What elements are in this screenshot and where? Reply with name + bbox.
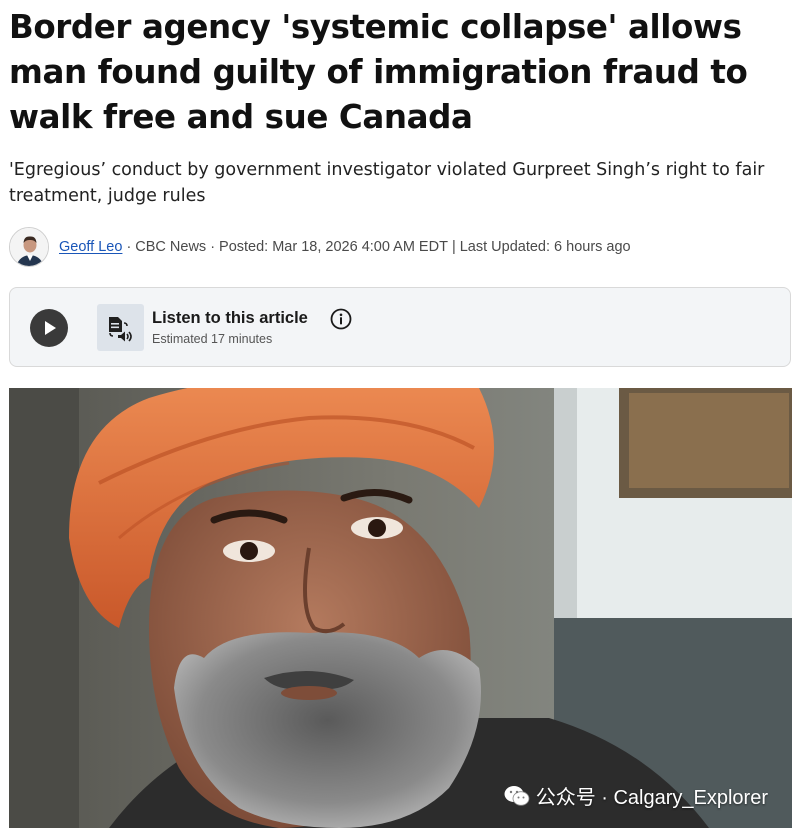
watermark: 公众号 · Calgary_Explorer xyxy=(504,781,768,810)
info-icon[interactable] xyxy=(330,308,352,335)
byline-dot-separator: · xyxy=(210,239,216,255)
byline-updated: Last Updated: 6 hours ago xyxy=(459,239,631,255)
audio-article-icon xyxy=(97,304,144,351)
listen-estimate: Estimated 17 minutes xyxy=(152,332,273,346)
listen-to-article-panel: Listen to this article Estimated 17 minu… xyxy=(9,287,791,367)
play-button[interactable] xyxy=(30,309,68,347)
article-headline: Border agency 'systemic collapse' allows… xyxy=(9,8,748,136)
article-hero-photo: 公众号 · Calgary_Explorer xyxy=(9,388,792,828)
byline: Geoff Leo · CBC News · Posted: Mar 18, 2… xyxy=(9,226,794,268)
byline-posted: Posted: Mar 18, 2026 4:00 AM EDT xyxy=(219,239,448,255)
byline-outlet: CBC News xyxy=(135,239,207,255)
author-avatar[interactable] xyxy=(9,227,49,267)
byline-dot-separator: · xyxy=(126,239,132,255)
watermark-text: 公众号 · Calgary_Explorer xyxy=(535,787,768,809)
article-deck: 'Egregious’ conduct by government invest… xyxy=(9,160,765,206)
play-icon xyxy=(45,321,56,335)
author-link[interactable]: Geoff Leo xyxy=(59,239,122,255)
wechat-logo-icon xyxy=(504,785,530,806)
byline-pipe-separator: | xyxy=(451,239,456,255)
listen-title[interactable]: Listen to this article xyxy=(152,309,308,328)
